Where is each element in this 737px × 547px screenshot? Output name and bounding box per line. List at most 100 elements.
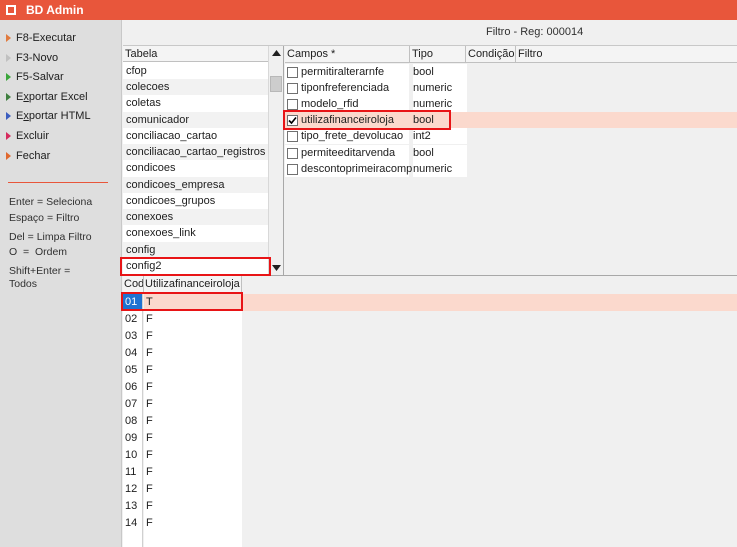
col-header-tipo[interactable]: Tipo — [410, 46, 466, 63]
menu-exportar-html[interactable]: Exportar HTML — [6, 108, 91, 124]
save-arrow-icon — [6, 73, 11, 81]
delete-arrow-icon — [6, 132, 11, 140]
col-header-condicao[interactable]: Condição — [466, 46, 516, 63]
menu-executar[interactable]: F8-Executar — [6, 30, 76, 46]
grid-cod: 04 — [123, 345, 143, 362]
menu-excluir[interactable]: Excluir — [6, 128, 49, 144]
tabela-row[interactable]: condicoes — [123, 160, 268, 176]
menu-salvar-label: F5-Salvar — [16, 71, 64, 83]
filter-record-count: Filtro - Reg: 000014 — [486, 26, 584, 38]
scroll-down-arrow-icon[interactable] — [269, 261, 284, 275]
export-excel-arrow-icon — [6, 93, 11, 101]
grid-cod: 13 — [123, 498, 143, 515]
tabela-scrollbar[interactable] — [268, 46, 283, 275]
col-header-filtro[interactable]: Filtro — [516, 46, 737, 63]
export-html-arrow-icon — [6, 112, 11, 120]
campos-panel: Campos * Tipo Condição Filtro permitiral… — [285, 46, 737, 275]
tabela-row[interactable]: conciliacao_cartao_registros — [123, 144, 268, 160]
campo-row-selected[interactable]: utilizafinanceiroloja bool — [285, 112, 737, 128]
tabela-row[interactable]: config — [123, 242, 268, 258]
close-arrow-icon — [6, 152, 11, 160]
tabela-row[interactable]: comunicador — [123, 112, 268, 128]
checkbox[interactable] — [287, 82, 298, 94]
tabela-row[interactable]: cfop — [123, 63, 268, 79]
grid-cod: 11 — [123, 464, 143, 481]
grid-value: F — [144, 498, 242, 515]
grid-blank-cell — [144, 532, 242, 547]
campo-type: bool — [413, 114, 434, 126]
grid-value: F — [144, 396, 242, 413]
menu-novo[interactable]: F3-Novo — [6, 50, 58, 66]
tabela-row[interactable]: conciliacao_cartao — [123, 128, 268, 144]
checkbox[interactable] — [287, 147, 298, 159]
scrollbar-thumb[interactable] — [270, 76, 282, 92]
tabela-row[interactable]: condicoes_grupos — [123, 193, 268, 209]
tabela-row[interactable]: condicoes_empresa — [123, 177, 268, 193]
menu-exportar-excel[interactable]: Exportar Excel — [6, 89, 88, 105]
grid-cod: 09 — [123, 430, 143, 447]
grid-value: F — [144, 379, 242, 396]
grid-cod: 07 — [123, 396, 143, 413]
campo-name: permitiralterarnfe — [301, 66, 385, 78]
grid-cod: 02 — [123, 311, 143, 328]
menu-fechar-label: Fechar — [16, 150, 51, 162]
campo-row[interactable]: permitiralterarnfe bool — [285, 64, 737, 80]
grid-value: F — [144, 515, 242, 532]
tabela-row[interactable]: conexoes_link — [123, 225, 268, 241]
grid-value: T — [144, 294, 242, 311]
grid-value: F — [144, 430, 242, 447]
filter-bar: Filtro - Reg: 000014 — [123, 20, 737, 46]
hint-espaco: Espaço = Filtro — [9, 212, 80, 224]
tabela-row-selected[interactable]: config2 — [123, 258, 268, 274]
tabela-header[interactable]: Tabela — [123, 46, 268, 62]
grid-value: F — [144, 447, 242, 464]
checkbox[interactable] — [287, 130, 298, 142]
menu-fechar[interactable]: Fechar — [6, 148, 50, 164]
grid-cod: 10 — [123, 447, 143, 464]
hint-shift-enter: Shift+Enter = Todos — [9, 265, 71, 290]
campo-row[interactable]: tiponfreferenciada numeric — [285, 80, 737, 96]
campo-name: modelo_rfid — [301, 98, 359, 110]
tabela-row[interactable]: coletas — [123, 95, 268, 111]
campo-row[interactable]: permiteeditarvenda bool — [285, 145, 737, 161]
new-arrow-icon — [6, 54, 11, 62]
checkbox[interactable] — [287, 66, 298, 78]
campo-type: numeric — [413, 80, 467, 96]
checkbox[interactable] — [287, 163, 298, 175]
grid-cod: 12 — [123, 481, 143, 498]
campo-type: int2 — [413, 128, 467, 144]
sidebar-divider — [8, 182, 108, 183]
checkbox[interactable] — [287, 98, 298, 110]
grid-value: F — [144, 481, 242, 498]
campo-name: permiteeditarvenda — [301, 147, 396, 159]
campo-row[interactable]: descontoprimeiracomp numeric — [285, 161, 737, 177]
run-arrow-icon — [6, 34, 11, 42]
menu-excluir-label: Excluir — [16, 130, 50, 142]
grid-header-field[interactable]: Utilizafinanceiroloja — [144, 276, 242, 293]
title-bar: BD Admin — [0, 0, 737, 20]
selected-row-highlight — [242, 294, 737, 311]
campo-type: numeric — [413, 96, 467, 112]
campo-name: tiponfreferenciada — [301, 82, 390, 94]
menu-exportar-excel-label: Exportar Excel — [16, 91, 88, 103]
checkmark-icon — [288, 116, 297, 124]
grid-value: F — [144, 362, 242, 379]
scroll-up-arrow-icon[interactable] — [269, 46, 284, 60]
menu-salvar[interactable]: F5-Salvar — [6, 69, 64, 85]
campo-type: bool — [413, 145, 467, 161]
menu-executar-label: F8-Executar — [16, 32, 76, 44]
grid-cod: 08 — [123, 413, 143, 430]
campo-type: bool — [413, 64, 467, 80]
tabela-row[interactable]: conexoes — [123, 209, 268, 225]
campo-row[interactable]: modelo_rfid numeric — [285, 96, 737, 112]
window-title: BD Admin — [26, 3, 84, 17]
menu-exportar-html-label: Exportar HTML — [16, 110, 91, 122]
grid-cod: 03 — [123, 328, 143, 345]
grid-value: F — [144, 345, 242, 362]
campo-row[interactable]: tipo_frete_devolucao int2 — [285, 128, 737, 144]
checkbox-checked[interactable] — [287, 114, 298, 126]
tabela-row[interactable]: colecoes — [123, 79, 268, 95]
grid-header-cod[interactable]: Cod — [123, 276, 144, 293]
grid-value: F — [144, 311, 242, 328]
col-header-campos[interactable]: Campos * — [285, 46, 410, 63]
